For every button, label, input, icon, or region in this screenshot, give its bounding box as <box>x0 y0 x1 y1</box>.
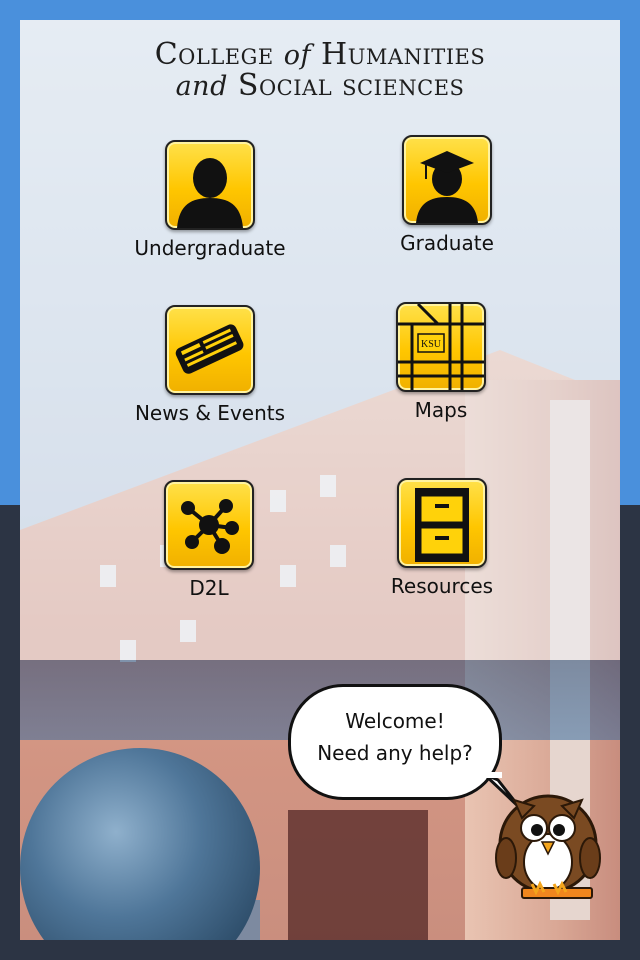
student-silhouette-icon <box>165 140 255 230</box>
owl-mascot-icon[interactable] <box>492 772 610 912</box>
menu-label: Graduate <box>400 231 494 255</box>
logo-text: College <box>154 37 284 72</box>
logo-text: Social sciences <box>227 68 465 103</box>
menu-undergraduate[interactable]: Undergraduate <box>120 140 300 260</box>
menu-label: Resources <box>390 574 494 598</box>
menu-d2l[interactable]: D2L <box>119 480 299 600</box>
newspaper-icon <box>165 305 255 395</box>
file-cabinet-icon <box>397 478 487 568</box>
menu-graduate[interactable]: Graduate <box>357 135 537 255</box>
menu-news-events[interactable]: News & Events <box>120 305 300 425</box>
map-badge-text: KSU <box>421 339 442 350</box>
building-opening <box>288 810 428 940</box>
bubble-line-2: Need any help? <box>317 741 473 765</box>
logo-text: and <box>175 71 228 102</box>
menu-label: Maps <box>414 398 468 422</box>
logo-text: of <box>283 40 312 71</box>
network-nodes-icon <box>164 480 254 570</box>
menu-label: News & Events <box>134 401 286 425</box>
menu-maps[interactable]: KSU Maps <box>351 302 531 422</box>
logo-text: Humanities <box>311 37 486 72</box>
menu-resources[interactable]: Resources <box>352 478 532 598</box>
graduate-cap-icon <box>402 135 492 225</box>
map-icon: KSU <box>396 302 486 392</box>
bubble-line-1: Welcome! <box>345 709 445 733</box>
main-screen: College of Humanities and Social science… <box>20 20 620 940</box>
menu-label: D2L <box>189 576 229 600</box>
college-logo: College of Humanities and Social science… <box>20 40 620 102</box>
help-speech-bubble[interactable]: Welcome! Need any help? <box>288 684 502 800</box>
menu-label: Undergraduate <box>134 236 286 260</box>
